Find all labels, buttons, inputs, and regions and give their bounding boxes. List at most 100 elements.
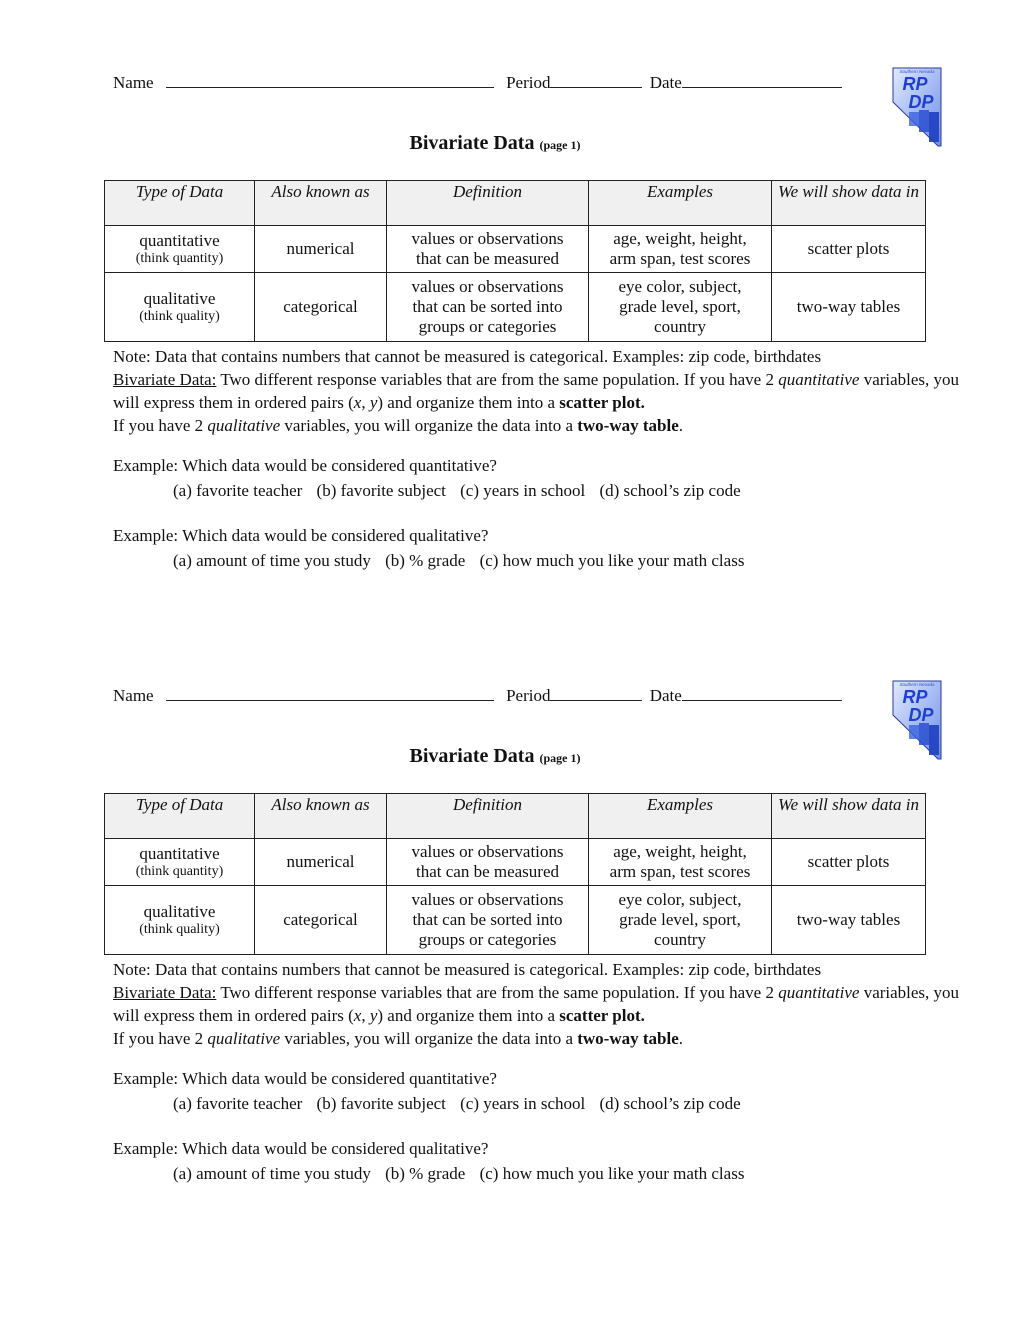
- text-run: If you have 2: [113, 1029, 208, 1048]
- notes-section: Note: Data that contains numbers that ca…: [113, 345, 973, 437]
- header-type: Type of Data: [104, 793, 255, 839]
- header-definition: Definition: [386, 793, 589, 839]
- header-aka: Also known as: [254, 180, 387, 226]
- bivariate-definition: Bivariate Data: Two different response v…: [113, 981, 973, 1027]
- header-show-in: We will show data in: [771, 180, 926, 226]
- name-blank: [165, 683, 494, 701]
- cell-aka: categorical: [254, 885, 387, 955]
- two-way-table-term: two-way table: [577, 416, 679, 435]
- scatter-plot-term: scatter plot.: [559, 1006, 645, 1025]
- type-note: (think quality): [139, 309, 220, 324]
- cell-type: quantitative (think quantity): [104, 225, 255, 273]
- name-label: Name: [113, 686, 154, 705]
- cell-aka: numerical: [254, 838, 387, 886]
- date-label: Date: [649, 686, 682, 705]
- text-run: .: [678, 1029, 683, 1048]
- text-run: ) and organize them into a: [377, 1006, 560, 1025]
- header-aka: Also known as: [254, 793, 387, 839]
- cell-examples: age, weight, height, arm span, test scor…: [588, 225, 772, 273]
- text-run: ) and organize them into a: [377, 393, 560, 412]
- text-run: .: [678, 416, 683, 435]
- text-run: If you have 2: [113, 416, 208, 435]
- period-label: Period: [506, 73, 551, 92]
- cell-definition: values or observations that can be measu…: [386, 225, 589, 273]
- qualitative-sentence: If you have 2 qualitative variables, you…: [113, 1027, 973, 1050]
- example-options: (a) favorite teacher (b) favorite subjec…: [113, 478, 751, 503]
- option-a: (a) amount of time you study: [173, 551, 371, 570]
- table-row: quantitative (think quantity) numerical …: [104, 838, 926, 886]
- examples-line: eye color, subject,: [618, 890, 742, 909]
- qualitative-sentence: If you have 2 qualitative variables, you…: [113, 414, 973, 437]
- option-a: (a) amount of time you study: [173, 1164, 371, 1183]
- example-qualitative: Example: Which data would be considered …: [113, 1136, 754, 1186]
- cell-show-in: two-way tables: [771, 885, 926, 955]
- period-label: Period: [506, 686, 551, 705]
- logo-rp: RP: [902, 687, 928, 707]
- examples-line: age, weight, height,: [613, 229, 747, 248]
- option-d: (d) school’s zip code: [599, 1094, 741, 1113]
- title-sub: (page 1): [539, 138, 581, 152]
- examples-line: arm span, test scores: [609, 249, 751, 268]
- cell-type: qualitative (think quality): [104, 272, 255, 342]
- definition-line: that can be sorted into: [412, 910, 563, 929]
- type-name: quantitative: [139, 844, 220, 863]
- example-question: Example: Which data would be considered …: [113, 1139, 489, 1158]
- cell-examples: age, weight, height, arm span, test scor…: [588, 838, 772, 886]
- quantitative-word: quantitative: [778, 983, 860, 1002]
- definition-line: that can be sorted into: [412, 297, 563, 316]
- examples-line: eye color, subject,: [618, 277, 742, 296]
- type-name: quantitative: [139, 231, 220, 250]
- title-sub: (page 1): [539, 751, 581, 765]
- definition-line: groups or categories: [418, 317, 557, 336]
- quantitative-word: quantitative: [778, 370, 860, 389]
- text-run: Two different response variables that ar…: [216, 370, 779, 389]
- examples-line: arm span, test scores: [609, 862, 751, 881]
- option-b: (b) % grade: [385, 551, 466, 570]
- option-b: (b) % grade: [385, 1164, 466, 1183]
- example-options: (a) favorite teacher (b) favorite subjec…: [113, 1091, 751, 1116]
- logo-dp: DP: [908, 705, 934, 725]
- text-run: Two different response variables that ar…: [216, 983, 779, 1002]
- date-label: Date: [649, 73, 682, 92]
- example-quantitative: Example: Which data would be considered …: [113, 1066, 751, 1116]
- categorical-note: Note: Data that contains numbers that ca…: [113, 960, 822, 979]
- cell-examples: eye color, subject, grade level, sport, …: [588, 272, 772, 342]
- option-c: (c) how much you like your math class: [479, 551, 745, 570]
- cell-show-in: two-way tables: [771, 272, 926, 342]
- definition-line: values or observations: [411, 229, 564, 248]
- worksheet: Name Period Date Southern Nevada RP DP B…: [0, 613, 1020, 1226]
- date-blank: [681, 70, 842, 88]
- example-quantitative: Example: Which data would be considered …: [113, 453, 751, 503]
- cell-aka: numerical: [254, 225, 387, 273]
- two-way-table-term: two-way table: [577, 1029, 679, 1048]
- bivariate-definition: Bivariate Data: Two different response v…: [113, 368, 973, 414]
- name-blank: [165, 70, 494, 88]
- notes-section: Note: Data that contains numbers that ca…: [113, 958, 973, 1050]
- data-types-table: Type of Data Also known as Definition Ex…: [104, 180, 926, 342]
- qualitative-word: qualitative: [207, 416, 281, 435]
- text-run: variables, you will organize the data in…: [280, 416, 578, 435]
- table-row: quantitative (think quantity) numerical …: [104, 225, 926, 273]
- page-title: Bivariate Data (page 1): [0, 745, 990, 768]
- option-c: (c) how much you like your math class: [479, 1164, 745, 1183]
- option-a: (a) favorite teacher: [173, 481, 303, 500]
- cell-aka: categorical: [254, 272, 387, 342]
- type-note: (think quantity): [135, 864, 224, 879]
- header-type: Type of Data: [104, 180, 255, 226]
- cell-definition: values or observations that can be sorte…: [386, 885, 589, 955]
- text-run: variables, you will organize the data in…: [280, 1029, 578, 1048]
- scatter-plot-term: scatter plot.: [559, 393, 645, 412]
- qualitative-word: qualitative: [207, 1029, 281, 1048]
- period-blank: [550, 683, 643, 701]
- logo-rp: RP: [902, 74, 928, 94]
- header-show-in: We will show data in: [771, 793, 926, 839]
- option-c: (c) years in school: [460, 481, 586, 500]
- student-info-line: Name Period Date: [113, 683, 842, 706]
- examples-line: country: [654, 930, 706, 949]
- cell-show-in: scatter plots: [771, 225, 926, 273]
- text-run: ,: [361, 1006, 370, 1025]
- examples-line: grade level, sport,: [619, 910, 741, 929]
- example-options: (a) amount of time you study (b) % grade…: [113, 1161, 754, 1186]
- examples-line: country: [654, 317, 706, 336]
- header-definition: Definition: [386, 180, 589, 226]
